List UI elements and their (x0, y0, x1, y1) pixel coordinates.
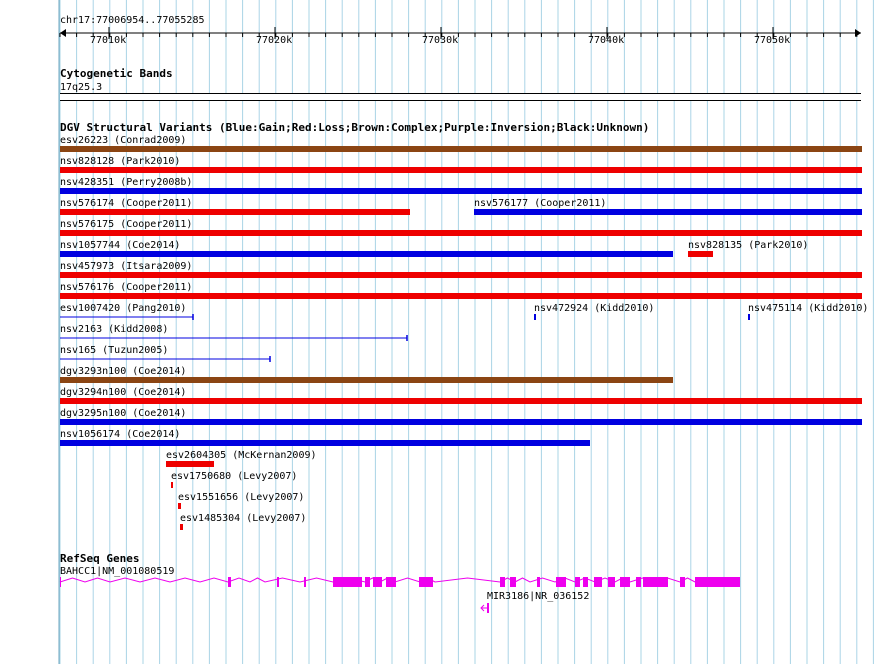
gene-exon (419, 577, 433, 587)
refseq-gene-glyphs[interactable] (0, 0, 890, 664)
gene-exon (575, 577, 580, 587)
gene-exon (386, 577, 396, 587)
gene-exon (636, 577, 641, 587)
gene-exon (510, 577, 516, 587)
gene-exon (228, 577, 231, 587)
gene-exon (643, 577, 668, 587)
gene-exon (304, 577, 306, 587)
gene-exon (620, 577, 630, 587)
gene-exon (333, 577, 362, 587)
gene-exon (583, 577, 588, 587)
gene-exon (365, 577, 370, 587)
gene-exon (608, 577, 615, 587)
gene-exon (500, 577, 505, 587)
gene-exon (594, 577, 602, 587)
gene-exon (537, 577, 540, 587)
gene-exon (373, 577, 382, 587)
gene-exon (680, 577, 685, 587)
genome-browser-view: chr17:77006954..77055285 77010k 77020k 7… (0, 0, 890, 664)
gene-exon (556, 577, 566, 587)
gene-exon (277, 577, 279, 587)
gene-exon (60, 577, 61, 587)
gene-exon (695, 577, 740, 587)
